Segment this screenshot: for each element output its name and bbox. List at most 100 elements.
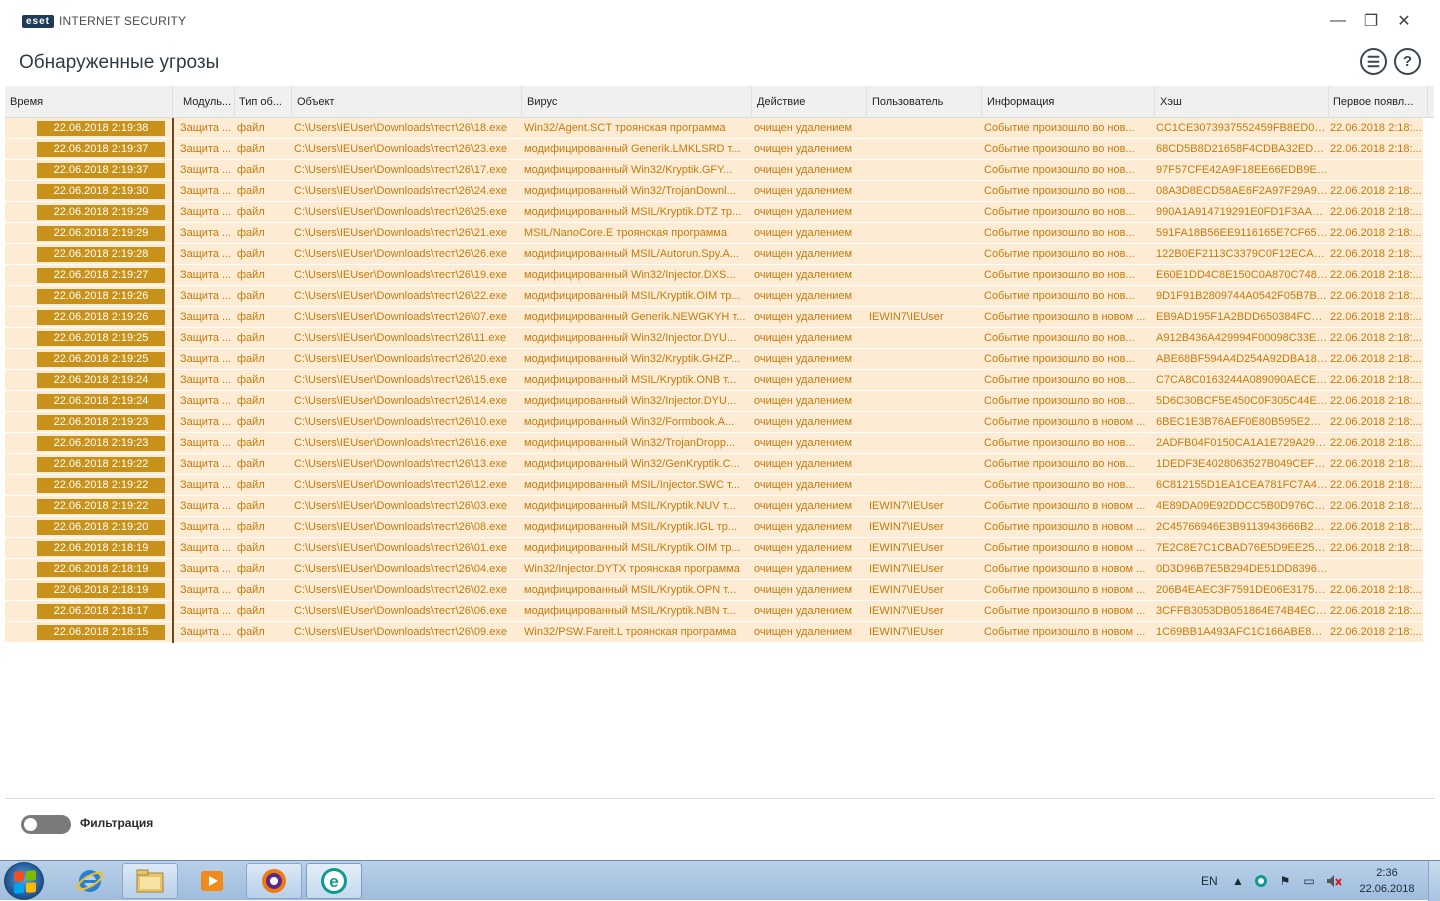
clock-date: 22.06.2018 (1359, 883, 1415, 895)
cell-first-seen: 22.06.2018 2:18:... (1330, 269, 1422, 281)
cell-hash: EB9AD195F1A2BDD650384FC77... (1156, 311, 1328, 323)
table-row[interactable]: 22.06.2018 2:19:25 Защита ... файл C:\Users… (5, 349, 1423, 370)
table-row[interactable]: 22.06.2018 2:18:19 Защита ... файл C:\Users… (5, 538, 1423, 559)
cell-action: очищен удалением (754, 185, 853, 197)
system-clock[interactable]: 2:36 22.06.2018 (1354, 865, 1420, 897)
media-player-taskbar-button[interactable] (184, 863, 240, 899)
cell-type: файл (237, 437, 265, 449)
table-row[interactable]: 22.06.2018 2:19:29 Защита ... файл C:\Users… (5, 223, 1423, 244)
internet-explorer-taskbar-button[interactable] (62, 863, 118, 899)
cell-time: 22.06.2018 2:19:22 (37, 457, 165, 472)
col-time[interactable]: Время (5, 86, 173, 118)
table-row[interactable]: 22.06.2018 2:19:22 Защита ... файл C:\Users… (5, 496, 1423, 517)
cell-module: Защита ... (180, 269, 232, 281)
row-separator (172, 622, 174, 643)
row-separator (172, 265, 174, 286)
col-action[interactable]: Действие (752, 86, 867, 118)
maximize-button[interactable]: ❐ (1357, 8, 1385, 34)
cell-first-seen: 22.06.2018 2:18:... (1330, 248, 1422, 260)
col-hash[interactable]: Хэш (1155, 86, 1329, 118)
avast-browser-taskbar-button[interactable] (246, 863, 302, 899)
table-row[interactable]: 22.06.2018 2:19:25 Защита ... файл C:\Users… (5, 328, 1423, 349)
eset-tray-icon[interactable] (1254, 874, 1268, 888)
row-separator (172, 475, 174, 496)
file-explorer-taskbar-button[interactable] (122, 863, 178, 899)
cell-module: Защита ... (180, 185, 232, 197)
cell-info: Событие произошло в новом ... (984, 521, 1146, 533)
table-row[interactable]: 22.06.2018 2:19:38 Защита ... файл C:\Users… (5, 118, 1423, 139)
cell-user (869, 412, 981, 433)
cell-module: Защита ... (180, 248, 232, 260)
table-row[interactable]: 22.06.2018 2:18:17 Защита ... файл C:\Users… (5, 601, 1423, 622)
eset-main-window: eset INTERNET SECURITY — ❐ ✕ Обнаруженны… (0, 0, 1440, 860)
table-row[interactable]: 22.06.2018 2:19:23 Защита ... файл C:\Users… (5, 412, 1423, 433)
table-row[interactable]: 22.06.2018 2:18:19 Защита ... файл C:\Users… (5, 580, 1423, 601)
table-row[interactable]: 22.06.2018 2:19:22 Защита ... файл C:\Users… (5, 454, 1423, 475)
cell-first-seen: 22.06.2018 2:18:... (1330, 626, 1422, 638)
language-indicator[interactable]: EN (1201, 861, 1218, 901)
row-separator (172, 412, 174, 433)
table-row[interactable]: 22.06.2018 2:19:28 Защита ... файл C:\Users… (5, 244, 1423, 265)
col-info[interactable]: Информация (982, 86, 1155, 118)
table-row[interactable]: 22.06.2018 2:19:27 Защита ... файл C:\Users… (5, 265, 1423, 286)
col-object[interactable]: Объект (292, 86, 522, 118)
cell-first-seen: 22.06.2018 2:18:... (1330, 374, 1422, 386)
divider (5, 798, 1435, 799)
cell-type: файл (237, 542, 265, 554)
col-type[interactable]: Тип об... (234, 86, 292, 118)
eset-taskbar-button[interactable]: e (306, 863, 362, 899)
cell-time: 22.06.2018 2:18:19 (37, 541, 165, 556)
table-row[interactable]: 22.06.2018 2:19:20 Защита ... файл C:\Users… (5, 517, 1423, 538)
cell-module: Защита ... (180, 122, 232, 134)
list-view-icon[interactable]: ☰ (1360, 48, 1387, 75)
table-header: Время Модуль... Тип об... Объект Вирус Д… (5, 86, 1434, 118)
cell-object: C:\Users\IEUser\Downloads\тест\26\06.exe (294, 605, 507, 617)
table-row[interactable]: 22.06.2018 2:19:29 Защита ... файл C:\Users… (5, 202, 1423, 223)
cell-user (869, 370, 981, 391)
cell-first-seen: 22.06.2018 2:18:... (1330, 416, 1422, 428)
table-row[interactable]: 22.06.2018 2:18:19 Защита ... файл C:\Users… (5, 559, 1423, 580)
table-row[interactable]: 22.06.2018 2:19:37 Защита ... файл C:\Users… (5, 160, 1423, 181)
cell-first-seen: 22.06.2018 2:18:... (1330, 458, 1422, 470)
filter-toggle[interactable] (21, 815, 71, 834)
table-row[interactable]: 22.06.2018 2:19:24 Защита ... файл C:\Users… (5, 370, 1423, 391)
start-button[interactable] (4, 862, 44, 900)
table-row[interactable]: 22.06.2018 2:19:37 Защита ... файл C:\Users… (5, 139, 1423, 160)
table-row[interactable]: 22.06.2018 2:19:22 Защита ... файл C:\Users… (5, 475, 1423, 496)
table-row[interactable]: 22.06.2018 2:19:26 Защита ... файл C:\Users… (5, 286, 1423, 307)
col-first-seen[interactable]: Первое появл... (1328, 86, 1428, 118)
cell-time: 22.06.2018 2:19:20 (37, 520, 165, 535)
table-row[interactable]: 22.06.2018 2:18:15 Защита ... файл C:\Users… (5, 622, 1423, 643)
cell-user: IEWIN7\IEUser (869, 605, 944, 617)
col-module[interactable]: Модуль... (178, 86, 235, 118)
cell-object: C:\Users\IEUser\Downloads\тест\26\26.exe (294, 248, 507, 260)
cell-object: C:\Users\IEUser\Downloads\тест\26\15.exe (294, 374, 507, 386)
cell-virus: Win32/Injector.DYTX троянская программа (524, 563, 740, 575)
cell-time: 22.06.2018 2:18:17 (37, 604, 165, 619)
table-row[interactable]: 22.06.2018 2:19:23 Защита ... файл C:\Users… (5, 433, 1423, 454)
minimize-button[interactable]: — (1324, 8, 1352, 34)
cell-first-seen (1330, 160, 1423, 181)
table-row[interactable]: 22.06.2018 2:19:24 Защита ... файл C:\Users… (5, 391, 1423, 412)
col-user[interactable]: Пользователь (867, 86, 982, 118)
table-body: 22.06.2018 2:19:38 Защита ... файл C:\Users… (5, 118, 1434, 643)
show-hidden-icons-icon[interactable]: ▲ (1231, 874, 1245, 888)
cell-info: Событие произошло в новом ... (984, 500, 1146, 512)
close-button[interactable]: ✕ (1390, 8, 1418, 34)
table-row[interactable]: 22.06.2018 2:19:30 Защита ... файл C:\Users… (5, 181, 1423, 202)
show-desktop-button[interactable] (1428, 861, 1440, 901)
action-center-flag-icon[interactable]: ⚑ (1278, 874, 1292, 888)
volume-muted-icon[interactable] (1326, 874, 1342, 888)
cell-action: очищен удалением (754, 437, 853, 449)
cell-object: C:\Users\IEUser\Downloads\тест\26\01.exe (294, 542, 507, 554)
help-icon[interactable]: ? (1394, 48, 1421, 75)
cell-action: очищен удалением (754, 353, 853, 365)
cell-user (869, 202, 981, 223)
col-virus[interactable]: Вирус (522, 86, 752, 118)
cell-time: 22.06.2018 2:19:22 (37, 478, 165, 493)
network-icon[interactable]: ▭ (1302, 874, 1316, 888)
cell-action: очищен удалением (754, 311, 853, 323)
table-row[interactable]: 22.06.2018 2:19:26 Защита ... файл C:\Users… (5, 307, 1423, 328)
cell-object: C:\Users\IEUser\Downloads\тест\26\10.exe (294, 416, 507, 428)
cell-type: файл (237, 416, 265, 428)
